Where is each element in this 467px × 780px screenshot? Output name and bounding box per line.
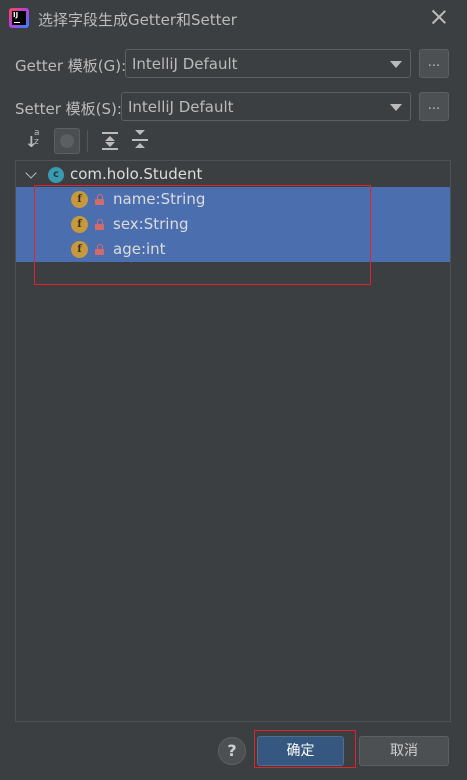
close-icon[interactable] <box>429 7 449 27</box>
help-button[interactable]: ? <box>218 737 246 765</box>
toolbar-divider <box>87 130 88 152</box>
getter-template-value: IntelliJ Default <box>132 55 238 73</box>
class-icon: c <box>48 167 64 183</box>
getter-more-button[interactable]: ... <box>419 49 449 78</box>
tree-node-field[interactable]: f sex:String <box>16 212 450 237</box>
getter-template-select[interactable]: IntelliJ Default <box>125 49 411 78</box>
intellij-icon: IJ <box>9 8 29 28</box>
dialog-title: 选择字段生成Getter和Setter <box>38 11 237 29</box>
class-name: com.holo.Student <box>70 165 203 183</box>
collapse-all-icon[interactable] <box>128 128 154 154</box>
show-fields-icon[interactable] <box>54 128 80 154</box>
setter-template-select[interactable]: IntelliJ Default <box>121 92 411 121</box>
chevron-down-icon[interactable] <box>25 167 37 179</box>
field-label: sex:String <box>113 215 189 233</box>
expand-all-icon[interactable] <box>98 128 124 154</box>
cancel-button[interactable]: 取消 <box>359 736 449 766</box>
title-bar: IJ 选择字段生成Getter和Setter <box>0 0 467 36</box>
lock-icon <box>95 244 104 255</box>
lock-icon <box>95 219 104 230</box>
setter-more-button[interactable]: ... <box>419 92 449 121</box>
lock-icon <box>95 194 104 205</box>
tree-node-field[interactable]: f age:int <box>16 237 450 262</box>
field-label: name:String <box>113 190 206 208</box>
tree-node-class[interactable]: c com.holo.Student <box>16 162 450 187</box>
getter-template-label: Getter 模板(G): <box>15 57 127 75</box>
chevron-down-icon <box>390 61 402 68</box>
setter-template-value: IntelliJ Default <box>128 98 234 116</box>
field-icon: f <box>71 241 88 258</box>
ok-button[interactable]: 确定 <box>257 736 344 766</box>
setter-template-label: Setter 模板(S): <box>15 100 122 118</box>
field-icon: f <box>71 216 88 233</box>
field-label: age:int <box>113 240 166 258</box>
fields-tree[interactable]: c com.holo.Student f name:String f sex:S… <box>15 160 451 722</box>
chevron-down-icon <box>390 104 402 111</box>
field-icon: f <box>71 191 88 208</box>
sort-alphabetically-icon[interactable]: ↓ a z <box>22 128 48 154</box>
tree-node-field[interactable]: f name:String <box>16 187 450 212</box>
